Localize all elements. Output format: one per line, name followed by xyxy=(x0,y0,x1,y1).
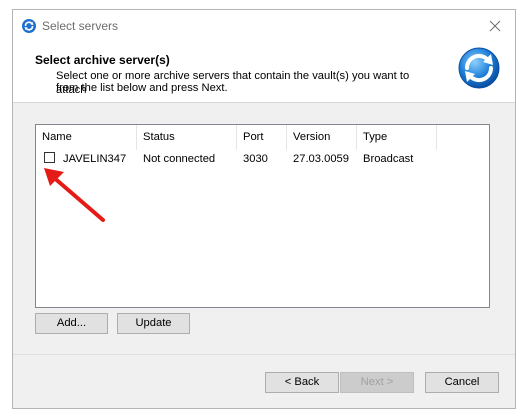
page-heading: Select archive server(s) xyxy=(35,53,170,67)
column-header-status[interactable]: Status xyxy=(137,125,237,150)
next-button[interactable]: Next > xyxy=(340,372,414,393)
annotation-arrow-shaft xyxy=(50,174,105,222)
window-title: Select servers xyxy=(42,19,119,33)
footer-divider xyxy=(13,354,515,355)
add-button[interactable]: Add... xyxy=(35,313,108,334)
column-header-port[interactable]: Port xyxy=(237,125,287,150)
server-type: Broadcast xyxy=(363,153,414,165)
server-version: 27.03.0059 xyxy=(293,153,349,165)
update-button[interactable]: Update xyxy=(117,313,190,334)
cancel-button[interactable]: Cancel xyxy=(425,372,499,393)
column-header-name[interactable]: Name xyxy=(36,125,137,150)
server-port: 3030 xyxy=(243,153,268,165)
title-bar: Select servers xyxy=(13,10,515,42)
back-button[interactable]: < Back xyxy=(265,372,339,393)
column-header-type[interactable]: Type xyxy=(357,125,437,150)
server-status: Not connected xyxy=(143,153,216,165)
column-header-version[interactable]: Version xyxy=(287,125,357,150)
wizard-header: Select archive server(s) Select one or m… xyxy=(13,42,515,103)
list-header: Name Status Port Version Type xyxy=(36,125,489,150)
refresh-app-icon xyxy=(22,19,36,33)
annotation-arrow xyxy=(44,168,105,222)
page-description-line2: from the list below and press Next. xyxy=(56,82,228,94)
sync-arrows-logo xyxy=(458,47,500,89)
close-icon[interactable] xyxy=(485,16,505,36)
